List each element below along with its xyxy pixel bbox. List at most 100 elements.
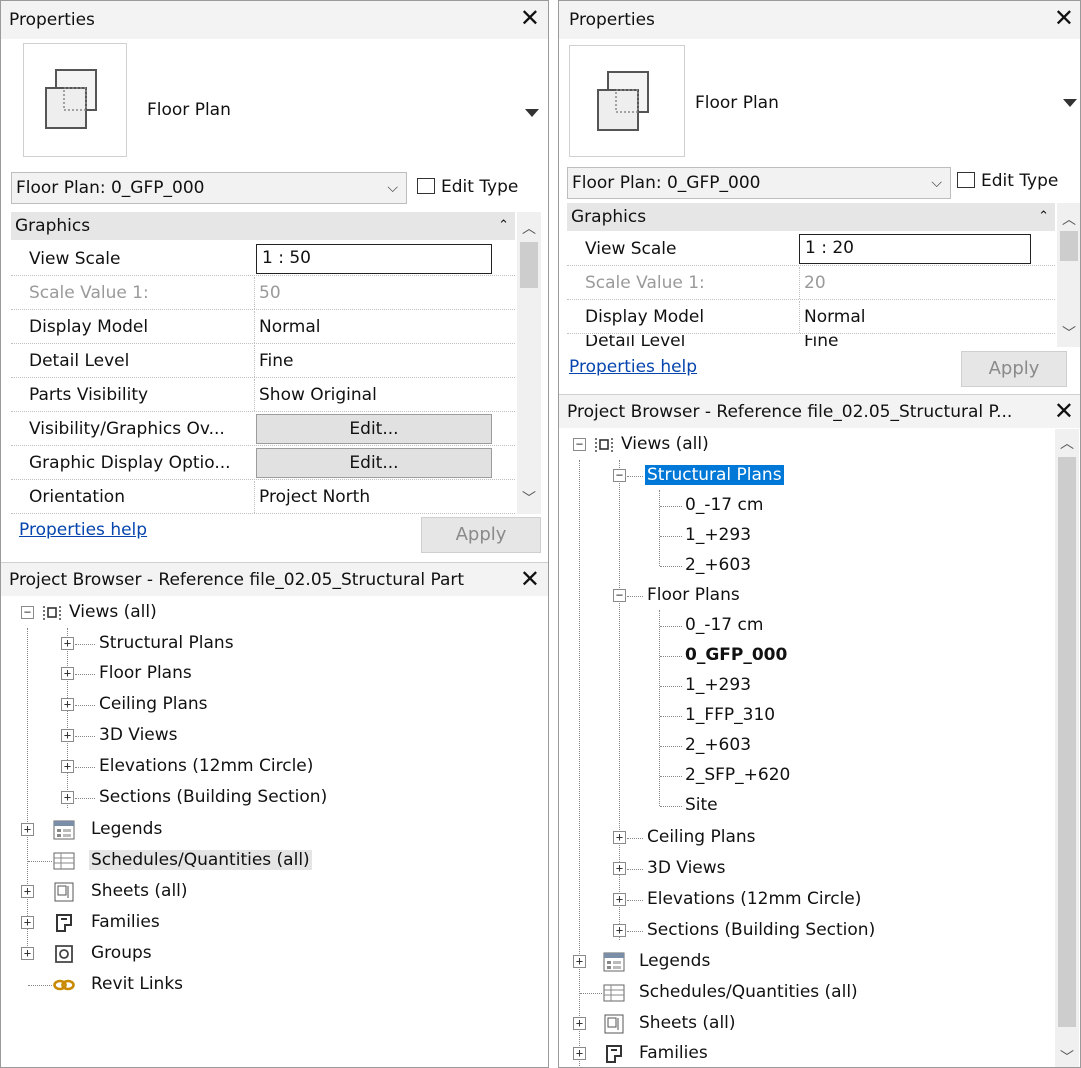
cell-divider — [254, 481, 255, 513]
expand-icon[interactable]: + — [613, 862, 626, 875]
view-scale-input[interactable]: 1 : 20 — [799, 234, 1031, 264]
expand-icon[interactable]: + — [573, 1047, 586, 1060]
scroll-thumb[interactable] — [1060, 231, 1078, 261]
tree-connector — [627, 931, 643, 932]
expand-icon[interactable]: + — [61, 791, 74, 804]
prop-value[interactable]: Normal — [804, 307, 866, 327]
edit-type-icon — [957, 172, 975, 188]
expand-icon[interactable]: + — [21, 947, 34, 960]
properties-title: Properties — [569, 10, 655, 30]
apply-button[interactable]: Apply — [421, 517, 541, 553]
project-browser-tree: − Views (all) − Structural Plans 0_-17 c… — [559, 430, 1080, 1067]
project-browser-titlebar: Project Browser - Reference file_02.05_S… — [559, 394, 1080, 428]
collapse-icon[interactable]: − — [573, 438, 586, 451]
prop-row: Parts Visibility Show Original — [11, 379, 515, 412]
close-icon[interactable]: ✕ — [520, 5, 540, 31]
tree-connector — [75, 674, 95, 675]
edit-button[interactable]: Edit... — [256, 414, 492, 444]
edit-button[interactable]: Edit... — [256, 448, 492, 478]
link-icon — [53, 979, 75, 991]
properties-scrollbar[interactable]: ︿ ﹀ — [1057, 203, 1080, 347]
cell-divider — [254, 311, 255, 343]
type-dropdown-icon[interactable] — [525, 109, 539, 117]
close-icon[interactable]: ✕ — [1054, 5, 1074, 31]
expand-icon[interactable]: + — [61, 698, 74, 711]
prop-key: Scale Value 1: — [585, 273, 705, 293]
apply-button[interactable]: Apply — [961, 351, 1067, 387]
tree-label: Schedules/Quantities (all) — [89, 850, 312, 870]
expand-icon[interactable]: + — [21, 885, 34, 898]
prop-value[interactable]: Project North — [259, 487, 370, 507]
tree-connector — [660, 656, 682, 657]
scroll-up-icon[interactable]: ︿ — [517, 218, 541, 238]
close-icon[interactable]: ✕ — [1054, 397, 1074, 425]
group-header-graphics[interactable]: Graphics ⌃ — [11, 212, 515, 240]
edit-type-button[interactable]: Edit Type — [417, 177, 518, 197]
group-header-graphics[interactable]: Graphics ⌃ — [567, 203, 1055, 231]
scroll-up-icon[interactable]: ︿ — [1057, 209, 1080, 229]
tree-label: Ceiling Plans — [99, 694, 208, 714]
prop-value[interactable]: Fine — [259, 351, 294, 371]
expand-icon[interactable]: + — [613, 831, 626, 844]
collapse-icon[interactable]: − — [613, 469, 626, 482]
scroll-down-icon[interactable]: ﹀ — [517, 488, 541, 508]
expand-icon[interactable]: + — [61, 637, 74, 650]
expand-icon[interactable]: + — [61, 667, 74, 680]
prop-row: Detail Level Fine — [567, 335, 1055, 347]
tree-connector — [660, 686, 682, 687]
instance-selector[interactable]: Floor Plan: 0_GFP_000 ⌵ — [11, 172, 407, 204]
tree-label: Floor Plans — [99, 663, 192, 683]
prop-key: Parts Visibility — [29, 385, 149, 405]
scroll-thumb[interactable] — [520, 242, 538, 288]
properties-help-link[interactable]: Properties help — [19, 520, 147, 540]
prop-key: Display Model — [585, 307, 705, 327]
expand-icon[interactable]: + — [613, 924, 626, 937]
properties-scrollbar[interactable]: ︿ ﹀ — [517, 212, 541, 514]
tree-label: 2_+603 — [685, 555, 752, 575]
instance-selector[interactable]: Floor Plan: 0_GFP_000 ⌵ — [567, 167, 951, 199]
prop-value[interactable]: Show Original — [259, 385, 377, 405]
tree-connector — [660, 536, 682, 537]
group-header-label: Graphics — [571, 207, 647, 227]
instance-selector-label: Floor Plan: 0_GFP_000 — [16, 178, 205, 198]
cell-divider — [254, 345, 255, 377]
expand-icon[interactable]: + — [61, 760, 74, 773]
expand-icon[interactable]: + — [21, 823, 34, 836]
collapse-icon[interactable]: − — [613, 589, 626, 602]
tree-connector — [75, 767, 95, 768]
tree-connector — [75, 736, 95, 737]
views-icon — [43, 606, 61, 620]
prop-value: 50 — [259, 283, 281, 303]
prop-row: Display Model Normal — [567, 301, 1055, 334]
sheet-icon — [604, 1014, 624, 1034]
edit-type-button[interactable]: Edit Type — [957, 171, 1058, 191]
expand-icon[interactable]: + — [613, 893, 626, 906]
prop-row: Visibility/Graphics Ov... Edit... — [11, 413, 515, 446]
type-dropdown-icon[interactable] — [1063, 99, 1077, 107]
expand-icon[interactable]: + — [21, 916, 34, 929]
tree-label: Sections (Building Section) — [647, 920, 876, 940]
scroll-down-icon[interactable]: ﹀ — [1057, 323, 1080, 343]
tree-label: Structural Plans — [99, 633, 234, 653]
legend-icon — [603, 952, 625, 972]
tree-connector — [627, 596, 643, 597]
prop-value[interactable]: Normal — [259, 317, 321, 337]
view-scale-input[interactable]: 1 : 50 — [256, 244, 492, 274]
collapse-icon[interactable]: − — [21, 606, 34, 619]
tree-label: Floor Plans — [647, 585, 740, 605]
prop-value[interactable]: Fine — [804, 335, 839, 347]
cell-divider — [254, 379, 255, 411]
tree-connector — [627, 476, 643, 477]
project-browser-title: Project Browser - Reference file_02.05_S… — [9, 570, 465, 590]
family-icon — [56, 914, 72, 932]
expand-icon[interactable]: + — [61, 729, 74, 742]
properties-help-link[interactable]: Properties help — [569, 357, 697, 377]
close-icon[interactable]: ✕ — [520, 565, 540, 593]
tree-label: Site — [685, 795, 718, 815]
prop-row: View Scale 1 : 20 — [567, 233, 1055, 266]
expand-icon[interactable]: + — [573, 955, 586, 968]
expand-icon[interactable]: + — [573, 1017, 586, 1030]
prop-key: Detail Level — [29, 351, 130, 371]
tree-connector — [75, 798, 95, 799]
tree-connector — [580, 993, 602, 994]
